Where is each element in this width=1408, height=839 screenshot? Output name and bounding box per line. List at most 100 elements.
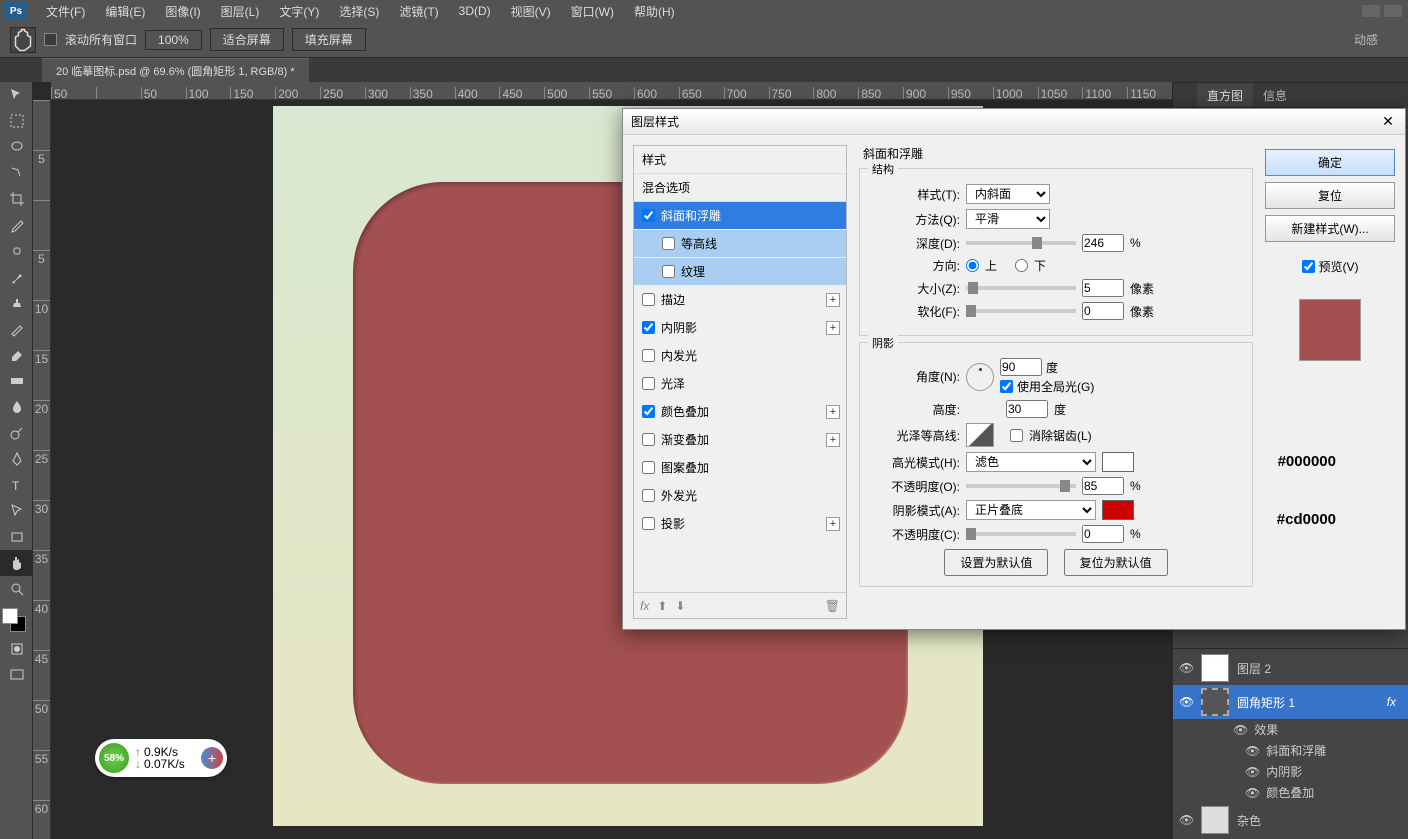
style-checkbox[interactable] [642, 517, 655, 530]
add-icon[interactable]: + [826, 405, 840, 419]
eyedropper-tool[interactable] [0, 212, 33, 238]
style-checkbox[interactable] [642, 489, 655, 502]
global-light-checkbox[interactable] [1000, 380, 1013, 393]
blend-options-header[interactable]: 混合选项 [634, 174, 846, 202]
add-icon[interactable]: + [826, 321, 840, 335]
layer-row[interactable]: 👁 图层 2 [1173, 651, 1408, 685]
trash-icon[interactable]: 🗑 [825, 599, 840, 613]
zoom-tool[interactable] [0, 576, 33, 602]
highlight-mode-select[interactable]: 滤色 [966, 452, 1096, 472]
close-icon[interactable]: ✕ [1379, 113, 1397, 131]
dialog-titlebar[interactable]: 图层样式 ✕ [623, 109, 1405, 135]
style-item[interactable]: 斜面和浮雕 [634, 202, 846, 230]
size-input[interactable] [1082, 279, 1124, 297]
ok-button[interactable]: 确定 [1265, 149, 1395, 176]
menu-type[interactable]: 文字(Y) [269, 1, 329, 22]
eraser-tool[interactable] [0, 342, 33, 368]
add-icon[interactable]: + [826, 293, 840, 307]
style-item[interactable]: 颜色叠加+ [634, 398, 846, 426]
depth-input[interactable] [1082, 234, 1124, 252]
style-item[interactable]: 渐变叠加+ [634, 426, 846, 454]
fx-badge[interactable]: fx [1387, 695, 1402, 709]
menu-window[interactable]: 窗口(W) [561, 1, 624, 22]
dodge-tool[interactable] [0, 420, 33, 446]
altitude-input[interactable] [1006, 400, 1048, 418]
angle-control[interactable] [966, 363, 994, 391]
style-item[interactable]: 图案叠加 [634, 454, 846, 482]
new-style-button[interactable]: 新建样式(W)... [1265, 215, 1395, 242]
blur-tool[interactable] [0, 394, 33, 420]
fill-screen-button[interactable]: 填充屏幕 [292, 28, 366, 51]
hand-tool[interactable] [0, 550, 33, 576]
style-checkbox[interactable] [642, 209, 655, 222]
soften-slider[interactable] [966, 309, 1076, 313]
marquee-tool[interactable] [0, 108, 33, 134]
menu-edit[interactable]: 编辑(E) [95, 1, 155, 22]
menu-view[interactable]: 视图(V) [501, 1, 561, 22]
style-checkbox[interactable] [642, 405, 655, 418]
style-item[interactable]: 内阴影+ [634, 314, 846, 342]
histogram-tab[interactable]: 直方图 [1197, 83, 1253, 108]
highlight-color-swatch[interactable] [1102, 452, 1134, 472]
technique-select[interactable]: 平滑 [966, 209, 1050, 229]
style-checkbox[interactable] [642, 461, 655, 474]
layer-row[interactable]: 👁 杂色 [1173, 803, 1408, 837]
add-icon[interactable]: + [826, 433, 840, 447]
effects-header[interactable]: 👁 效果 [1173, 719, 1408, 740]
shadow-mode-select[interactable]: 正片叠底 [966, 500, 1096, 520]
visibility-icon[interactable]: 👁 [1179, 661, 1193, 675]
crop-tool[interactable] [0, 186, 33, 212]
visibility-icon[interactable]: 👁 [1179, 695, 1193, 709]
make-default-button[interactable]: 设置为默认值 [944, 549, 1048, 576]
clone-stamp-tool[interactable] [0, 290, 33, 316]
menu-image[interactable]: 图像(I) [155, 1, 210, 22]
style-select[interactable]: 内斜面 [966, 184, 1050, 204]
shadow-color-swatch[interactable] [1102, 500, 1134, 520]
color-swatches[interactable] [0, 608, 33, 636]
menu-select[interactable]: 选择(S) [329, 1, 389, 22]
depth-slider[interactable] [966, 241, 1076, 245]
zoom-level-button[interactable]: 100% [145, 30, 202, 50]
menu-filter[interactable]: 滤镜(T) [389, 1, 448, 22]
size-slider[interactable] [966, 286, 1076, 290]
lasso-tool[interactable] [0, 134, 33, 160]
style-checkbox[interactable] [642, 377, 655, 390]
direction-down-radio[interactable] [1015, 259, 1028, 272]
rectangle-tool[interactable] [0, 524, 33, 550]
quick-mask-tool[interactable] [0, 636, 33, 662]
style-item[interactable]: 外发光 [634, 482, 846, 510]
angle-input[interactable] [1000, 358, 1042, 376]
styles-header[interactable]: 样式 [634, 146, 846, 174]
plus-icon[interactable]: + [201, 747, 223, 769]
style-checkbox[interactable] [662, 265, 675, 278]
visibility-icon[interactable]: 👁 [1179, 813, 1193, 827]
menu-3d[interactable]: 3D(D) [449, 2, 501, 20]
type-tool[interactable]: T [0, 472, 33, 498]
visibility-icon[interactable]: 👁 [1233, 723, 1248, 737]
menu-help[interactable]: 帮助(H) [624, 1, 685, 22]
fx-icon[interactable]: fx [640, 599, 649, 613]
style-item[interactable]: 内发光 [634, 342, 846, 370]
minimize-icon[interactable] [1362, 5, 1380, 17]
fit-screen-button[interactable]: 适合屏幕 [210, 28, 284, 51]
document-tab[interactable]: 20 临摹图标.psd @ 69.6% (圆角矩形 1, RGB/8) * [42, 58, 309, 83]
effect-item[interactable]: 👁颜色叠加 [1173, 782, 1408, 803]
shadow-opacity-input[interactable] [1082, 525, 1124, 543]
style-checkbox[interactable] [642, 349, 655, 362]
style-checkbox[interactable] [642, 433, 655, 446]
direction-up-radio[interactable] [966, 259, 979, 272]
hand-tool-indicator[interactable] [10, 27, 36, 53]
gradient-tool[interactable] [0, 368, 33, 394]
gloss-contour-swatch[interactable] [966, 423, 994, 447]
style-item[interactable]: 投影+ [634, 510, 846, 538]
layer-row[interactable]: 👁 圆角矩形 1 fx [1173, 685, 1408, 719]
anti-alias-checkbox[interactable] [1010, 429, 1023, 442]
style-item[interactable]: 纹理 [634, 258, 846, 286]
effect-item[interactable]: 👁内阴影 [1173, 761, 1408, 782]
style-checkbox[interactable] [642, 321, 655, 334]
up-icon[interactable]: ⬆ [657, 599, 667, 613]
path-select-tool[interactable] [0, 498, 33, 524]
screen-mode-tool[interactable] [0, 662, 33, 688]
brush-tool[interactable] [0, 264, 33, 290]
move-tool[interactable] [0, 82, 33, 108]
